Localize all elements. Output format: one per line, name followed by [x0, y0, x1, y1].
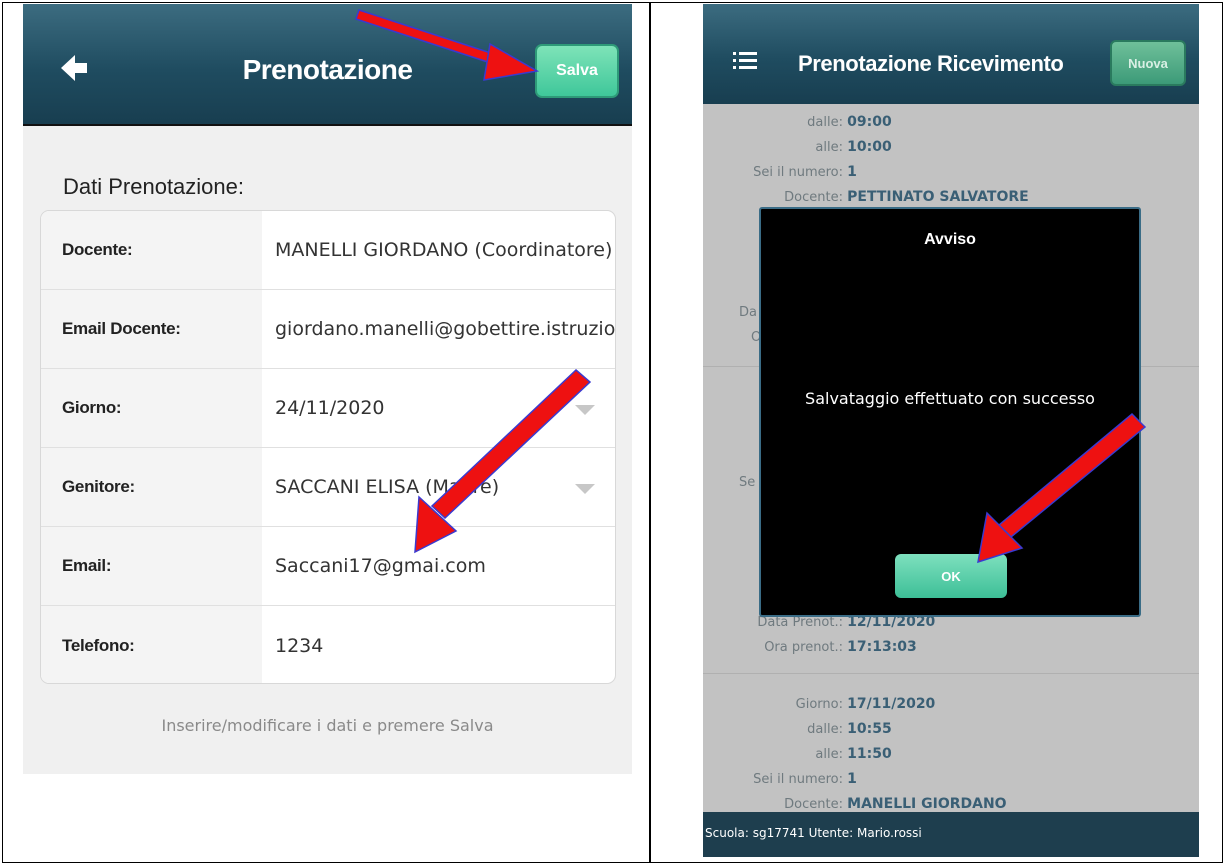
form-header: Prenotazione Salva — [23, 4, 632, 126]
dialog-title: Avviso — [924, 231, 976, 248]
save-button[interactable]: Salva — [535, 44, 619, 98]
field-label-phone: Telefono: — [41, 606, 262, 683]
form-row-teacher: Docente: MANELLI GIORDANO (Coordinatore) — [41, 211, 615, 290]
field-label-parent: Genitore: — [41, 448, 262, 526]
field-label-teacher-email: Email Docente: — [41, 290, 262, 368]
form-hint: Inserire/modificare i dati e premere Sal… — [161, 716, 494, 735]
booking-form-screen: Prenotazione Salva Dati Prenotazione: Do… — [23, 4, 632, 774]
page-title: Prenotazione Ricevimento — [798, 51, 1064, 76]
field-label-teacher: Docente: — [41, 211, 262, 289]
email-field[interactable]: Saccani17@gmai.com — [275, 527, 615, 605]
booking-list-screen: Prenotazione Ricevimento Nuova dalle: 09… — [703, 4, 1199, 857]
frame-divider — [649, 2, 651, 863]
list-header: Prenotazione Ricevimento Nuova — [703, 4, 1199, 104]
form-row-email: Email: Saccani17@gmai.com — [41, 527, 615, 606]
teacher-field[interactable]: MANELLI GIORDANO (Coordinatore) — [275, 211, 615, 289]
field-label-day: Giorno: — [41, 369, 262, 447]
list-menu-icon — [733, 52, 757, 69]
section-title: Dati Prenotazione: — [63, 174, 244, 199]
form-row-day: Giorno: 24/11/2020 — [41, 369, 615, 448]
menu-button[interactable] — [733, 50, 757, 72]
ok-button[interactable]: OK — [895, 554, 1007, 598]
status-bar: Scuola: sg17741 Utente: Mario.rossi — [703, 812, 1199, 857]
phone-field[interactable]: 1234 — [275, 606, 615, 683]
dialog-message: Salvataggio effettuato con successo — [805, 389, 1095, 408]
status-text: Scuola: sg17741 Utente: Mario.rossi — [705, 826, 922, 840]
form-row-parent: Genitore: SACCANI ELISA (Madre) — [41, 448, 615, 527]
form-row-teacher-email: Email Docente: giordano.manelli@gobettir… — [41, 290, 615, 369]
chevron-down-icon[interactable] — [575, 484, 595, 494]
field-label-email: Email: — [41, 527, 262, 605]
day-select[interactable]: 24/11/2020 — [275, 369, 615, 447]
alert-dialog: Avviso Salvataggio effettuato con succes… — [759, 207, 1141, 617]
new-booking-button[interactable]: Nuova — [1110, 40, 1186, 86]
form-row-phone: Telefono: 1234 — [41, 606, 615, 683]
chevron-down-icon[interactable] — [575, 405, 595, 415]
teacher-email-field[interactable]: giordano.manelli@gobettire.istruzioneer.… — [275, 290, 615, 368]
parent-select[interactable]: SACCANI ELISA (Madre) — [275, 448, 615, 526]
booking-form-card: Docente: MANELLI GIORDANO (Coordinatore)… — [40, 210, 616, 684]
